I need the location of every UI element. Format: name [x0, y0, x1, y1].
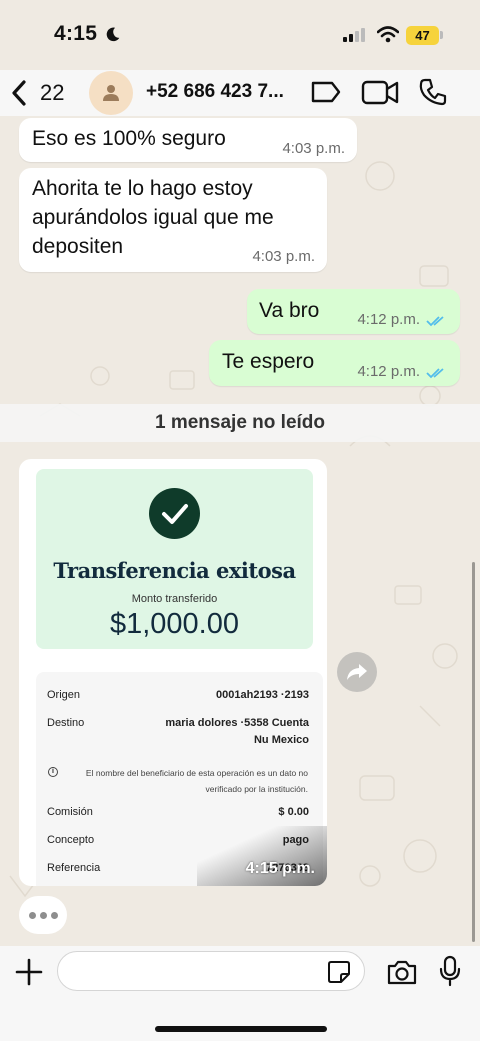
mic-icon[interactable] [439, 955, 461, 987]
status-bar: 4:15 47 [0, 0, 480, 70]
message-text: Va bro [259, 299, 320, 322]
typing-dot [39, 911, 47, 919]
origin-value: 0001ah2193 ·2193 [216, 689, 309, 701]
incoming-message[interactable]: Ahorita te lo hago estoy apurándolos igu… [19, 168, 327, 272]
destination-label: Destino [47, 717, 85, 729]
concept-label: Concepto [47, 834, 95, 846]
outgoing-message[interactable]: Te espero 4:12 p.m. [209, 340, 460, 386]
status-time: 4:15 [54, 22, 98, 45]
receipt-subtitle: Monto transferido [131, 593, 218, 605]
message-text: Te espero [222, 350, 315, 373]
fee-label: Comisión [47, 806, 93, 818]
camera-icon[interactable] [386, 959, 418, 985]
receipt-header: Transferencia exitosa Monto transferido … [36, 469, 313, 649]
chat-header: 22 +52 686 423 7... [0, 70, 480, 116]
chat-area[interactable]: Eso es 100% seguro 4:03 p.m. Ahorita te … [0, 116, 480, 946]
unread-divider: 1 mensaje no leído [0, 404, 480, 442]
destination-bank: Nu Mexico [253, 734, 309, 746]
incoming-message[interactable]: Eso es 100% seguro 4:03 p.m. [19, 118, 357, 162]
contact-name[interactable]: +52 686 423 7... [146, 81, 284, 103]
moon-icon [106, 27, 120, 42]
receipt-note: El nombre del beneficiario de esta opera… [78, 765, 308, 797]
receipt-amount: $1,000.00 [109, 608, 239, 640]
receipt-note-line: verificado por la institución. [205, 784, 308, 794]
composer-bar [0, 946, 480, 1041]
destination-value: maria dolores ·5358 Cuenta [165, 717, 309, 729]
typing-dot [50, 911, 58, 919]
video-call-icon[interactable] [361, 80, 399, 105]
receipt-title: Transferencia exitosa [53, 558, 296, 583]
plus-icon[interactable] [15, 958, 43, 986]
back-button[interactable]: 22 [8, 76, 64, 110]
avatar[interactable] [89, 71, 133, 115]
battery-tip [440, 31, 443, 39]
message-time: 4:12 p.m. [357, 311, 420, 328]
fee-value: $ 0.00 [278, 806, 309, 818]
receipt-note-line: El nombre del beneficiario de esta opera… [85, 768, 308, 778]
message-time: 4:12 p.m. [357, 363, 420, 380]
home-indicator[interactable] [155, 1026, 327, 1032]
read-ticks-icon [426, 316, 444, 327]
forward-button[interactable] [337, 652, 377, 692]
signal-icon [343, 28, 365, 42]
success-check [149, 488, 200, 539]
message-time: 4:03 p.m. [282, 140, 345, 157]
reference-label: Referencia [47, 862, 101, 874]
check-icon [161, 503, 188, 524]
read-ticks-icon [426, 368, 444, 379]
typing-dot [28, 911, 36, 919]
scrollbar[interactable] [472, 562, 475, 942]
battery-indicator: 47 [406, 26, 439, 45]
back-icon [12, 80, 26, 106]
wifi-icon [377, 26, 399, 43]
phone-icon[interactable] [418, 77, 448, 107]
sticker-icon[interactable] [327, 960, 351, 984]
unread-count: 22 [40, 80, 65, 105]
person-icon [103, 85, 119, 101]
message-input[interactable] [57, 951, 365, 991]
message-time: 4:03 p.m. [252, 248, 315, 265]
typing-indicator [19, 896, 67, 934]
outgoing-message[interactable]: Va bro 4:12 p.m. [247, 289, 460, 334]
image-time: 4:15 p.m. [245, 860, 315, 877]
image-message[interactable]: Transferencia exitosa Monto transferido … [19, 459, 327, 886]
label-icon[interactable] [310, 80, 342, 104]
message-text: Eso es 100% seguro [32, 127, 226, 150]
forward-icon [347, 664, 367, 680]
origin-label: Origen [47, 689, 81, 701]
info-icon: i [48, 767, 58, 777]
